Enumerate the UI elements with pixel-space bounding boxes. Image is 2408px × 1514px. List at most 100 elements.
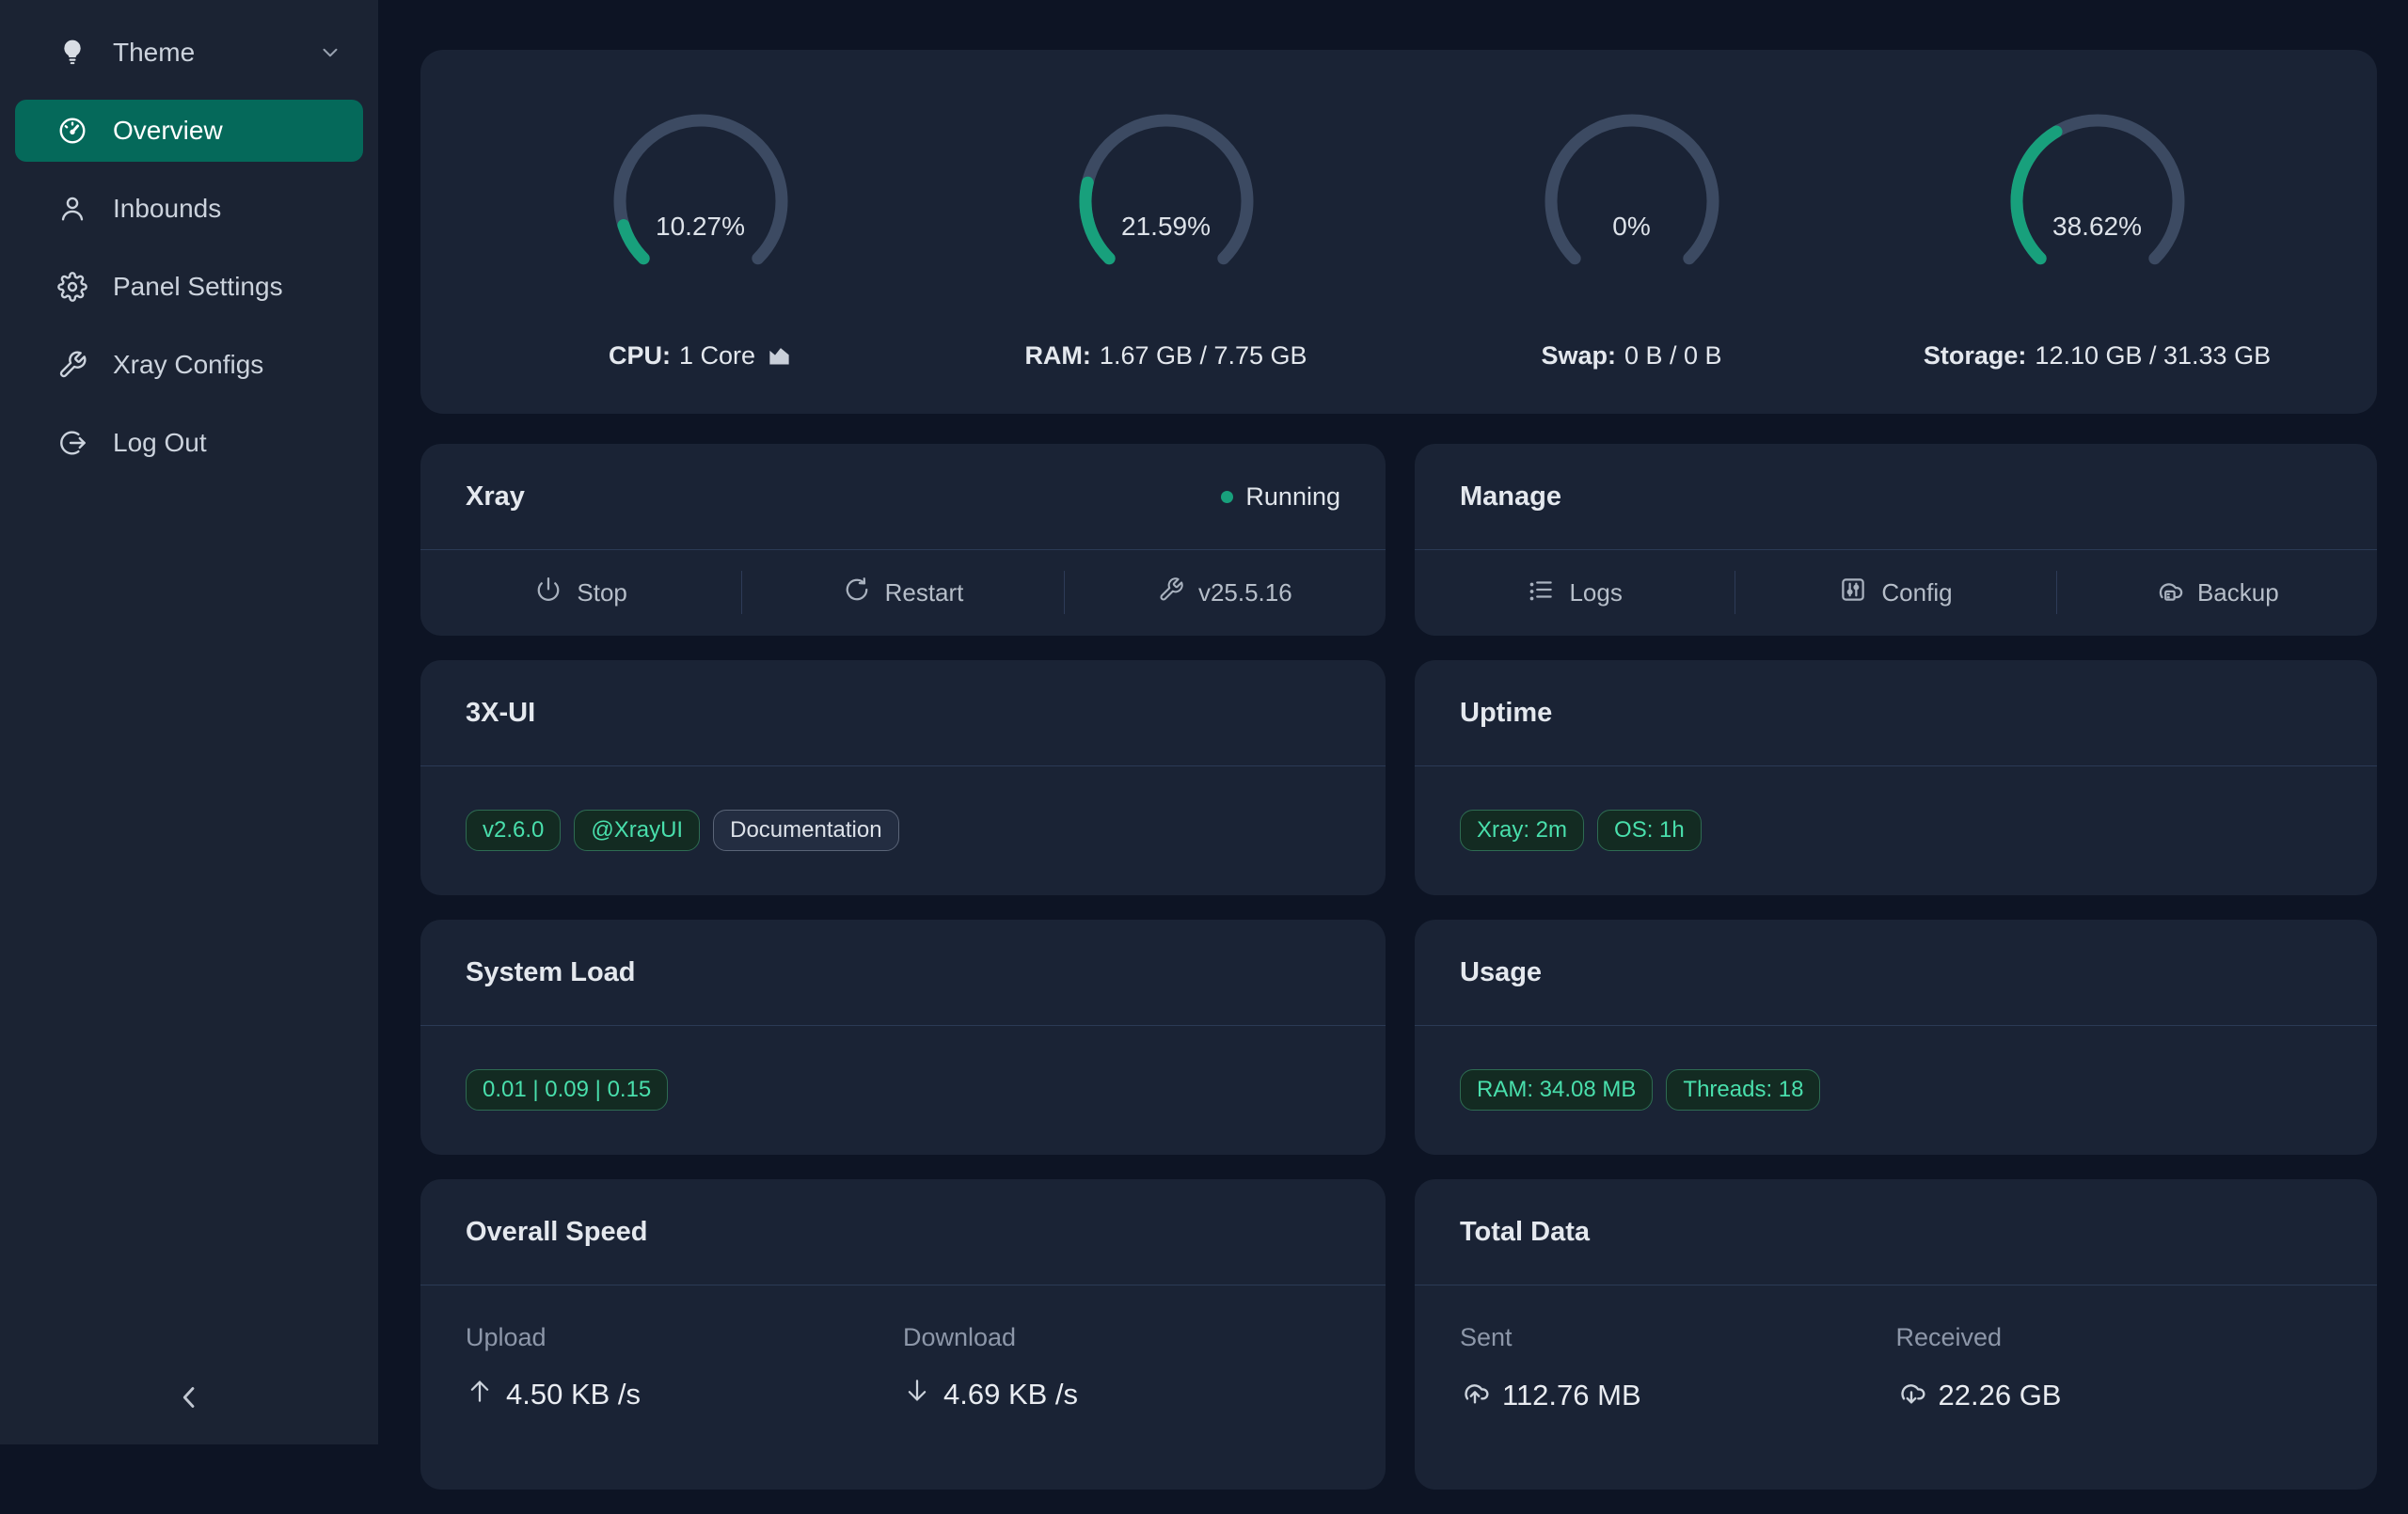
xray-version-button[interactable]: v25.5.16 (1065, 550, 1386, 635)
os-uptime-tag: OS: 1h (1597, 810, 1702, 851)
cloud-backup-icon (2155, 576, 2183, 610)
sidebar-item-label: Overview (113, 116, 223, 146)
download-stat: Download 4.69 KB /s (903, 1323, 1340, 1412)
usage-tags: RAM: 34.08 MB Threads: 18 (1415, 1026, 2377, 1154)
xui-card-header: 3X-UI (420, 660, 1386, 766)
card-title: 3X-UI (466, 698, 535, 729)
list-icon (1527, 576, 1555, 610)
power-icon (534, 576, 562, 610)
xray-card-header: Xray Running (420, 444, 1386, 550)
system-gauges-card: 10.27% CPU: 1 Core 21.59% RAM: 1.67 GB /… (420, 50, 2377, 414)
restart-button[interactable]: Restart (742, 550, 1063, 635)
sidebar-nav: Theme Overview Inbounds Panel Settings (0, 0, 378, 474)
sidebar-item-label: Inbounds (113, 194, 221, 224)
total-data-stats: Sent 112.76 MB Received 22.26 GB (1415, 1285, 2377, 1414)
lightbulb-icon (56, 37, 88, 69)
cloud-upload-icon (1460, 1377, 1490, 1414)
ram-gauge-label: RAM: 1.67 GB / 7.75 GB (1024, 341, 1307, 371)
uptime-tags: Xray: 2m OS: 1h (1415, 766, 2377, 894)
card-title: System Load (466, 957, 636, 988)
sidebar: Theme Overview Inbounds Panel Settings (0, 0, 378, 1444)
logs-button[interactable]: Logs (1415, 550, 1735, 635)
backup-button[interactable]: Backup (2057, 550, 2377, 635)
gear-icon (56, 271, 88, 303)
documentation-tag[interactable]: Documentation (713, 810, 898, 851)
sidebar-item-xray-configs[interactable]: Xray Configs (15, 334, 363, 396)
system-load-card: System Load 0.01 | 0.09 | 0.15 (420, 920, 1386, 1155)
logout-icon (56, 427, 88, 459)
wrench-icon (56, 349, 88, 381)
card-title: Usage (1460, 957, 1542, 988)
received-stat: Received 22.26 GB (1896, 1323, 2333, 1414)
card-title: Uptime (1460, 698, 1552, 729)
sidebar-item-theme[interactable]: Theme (15, 22, 363, 84)
usage-card-header: Usage (1415, 920, 2377, 1026)
area-chart-icon[interactable] (767, 343, 792, 369)
ram-gauge-value: 21.59% (1068, 212, 1265, 242)
total-data-card-header: Total Data (1415, 1179, 2377, 1285)
cloud-download-icon (1896, 1377, 1926, 1414)
version-tag[interactable]: v2.6.0 (466, 810, 561, 851)
system-load-card-header: System Load (420, 920, 1386, 1026)
sidebar-item-log-out[interactable]: Log Out (15, 412, 363, 474)
card-title: Manage (1460, 481, 1561, 513)
cpu-gauge: 10.27% CPU: 1 Core (467, 50, 933, 414)
arrow-up-icon (466, 1377, 494, 1412)
xrayui-tag[interactable]: @XrayUI (574, 810, 700, 851)
usage-card: Usage RAM: 34.08 MB Threads: 18 (1415, 920, 2377, 1155)
main-content: 10.27% CPU: 1 Core 21.59% RAM: 1.67 GB /… (420, 50, 2377, 1514)
status-label: Running (1245, 482, 1340, 512)
chevron-left-icon (171, 1380, 207, 1420)
uptime-card-header: Uptime (1415, 660, 2377, 766)
xui-tags: v2.6.0 @XrayUI Documentation (420, 766, 1386, 894)
sidebar-item-label: Log Out (113, 428, 207, 458)
sidebar-item-panel-settings[interactable]: Panel Settings (15, 256, 363, 318)
total-data-card: Total Data Sent 112.76 MB Received 22.26… (1415, 1179, 2377, 1490)
manage-card: Manage Logs Config Backup (1415, 444, 2377, 636)
card-title: Xray (466, 481, 525, 513)
cpu-gauge-value: 10.27% (602, 212, 800, 242)
sent-stat: Sent 112.76 MB (1460, 1323, 1896, 1414)
ram-gauge-ring: 21.59% (1068, 103, 1265, 300)
running-status-dot (1221, 491, 1233, 503)
config-button[interactable]: Config (1735, 550, 2055, 635)
swap-gauge-label: Swap: 0 B / 0 B (1541, 341, 1721, 371)
storage-gauge-ring: 38.62% (1999, 103, 2196, 300)
manage-actions: Logs Config Backup (1415, 550, 2377, 635)
overall-speed-card-header: Overall Speed (420, 1179, 1386, 1285)
xray-status: Running (1221, 482, 1340, 512)
swap-gauge: 0% Swap: 0 B / 0 B (1399, 50, 1864, 414)
ram-gauge: 21.59% RAM: 1.67 GB / 7.75 GB (933, 50, 1399, 414)
user-icon (56, 193, 88, 225)
speed-stats: Upload 4.50 KB /s Download 4.69 KB /s (420, 1285, 1386, 1412)
stop-button[interactable]: Stop (420, 550, 741, 635)
restart-icon (843, 576, 871, 610)
cpu-gauge-ring: 10.27% (602, 103, 800, 300)
arrow-down-icon (903, 1377, 931, 1412)
manage-card-header: Manage (1415, 444, 2377, 550)
uptime-card: Uptime Xray: 2m OS: 1h (1415, 660, 2377, 895)
sidebar-item-label: Theme (113, 38, 195, 68)
ram-usage-tag: RAM: 34.08 MB (1460, 1069, 1653, 1111)
chevron-down-icon (318, 40, 342, 65)
load-average-tag: 0.01 | 0.09 | 0.15 (466, 1069, 668, 1111)
sidebar-item-label: Panel Settings (113, 272, 283, 302)
xui-card: 3X-UI v2.6.0 @XrayUI Documentation (420, 660, 1386, 895)
speedometer-icon (56, 115, 88, 147)
upload-stat: Upload 4.50 KB /s (466, 1323, 903, 1412)
storage-gauge: 38.62% Storage: 12.10 GB / 31.33 GB (1864, 50, 2330, 414)
swap-gauge-ring: 0% (1533, 103, 1731, 300)
xray-card: Xray Running Stop Restart (420, 444, 1386, 636)
sidebar-collapse-button[interactable] (0, 1380, 378, 1420)
sidebar-item-overview[interactable]: Overview (15, 100, 363, 162)
threads-tag: Threads: 18 (1666, 1069, 1820, 1111)
sliders-icon (1839, 576, 1867, 610)
cpu-gauge-label: CPU: 1 Core (609, 341, 792, 371)
xray-actions: Stop Restart v25.5.16 (420, 550, 1386, 635)
overall-speed-card: Overall Speed Upload 4.50 KB /s Download… (420, 1179, 1386, 1490)
storage-gauge-value: 38.62% (1999, 212, 2196, 242)
wrench-icon (1158, 576, 1184, 609)
sidebar-item-inbounds[interactable]: Inbounds (15, 178, 363, 240)
system-load-tags: 0.01 | 0.09 | 0.15 (420, 1026, 1386, 1154)
card-title: Total Data (1460, 1217, 1590, 1248)
